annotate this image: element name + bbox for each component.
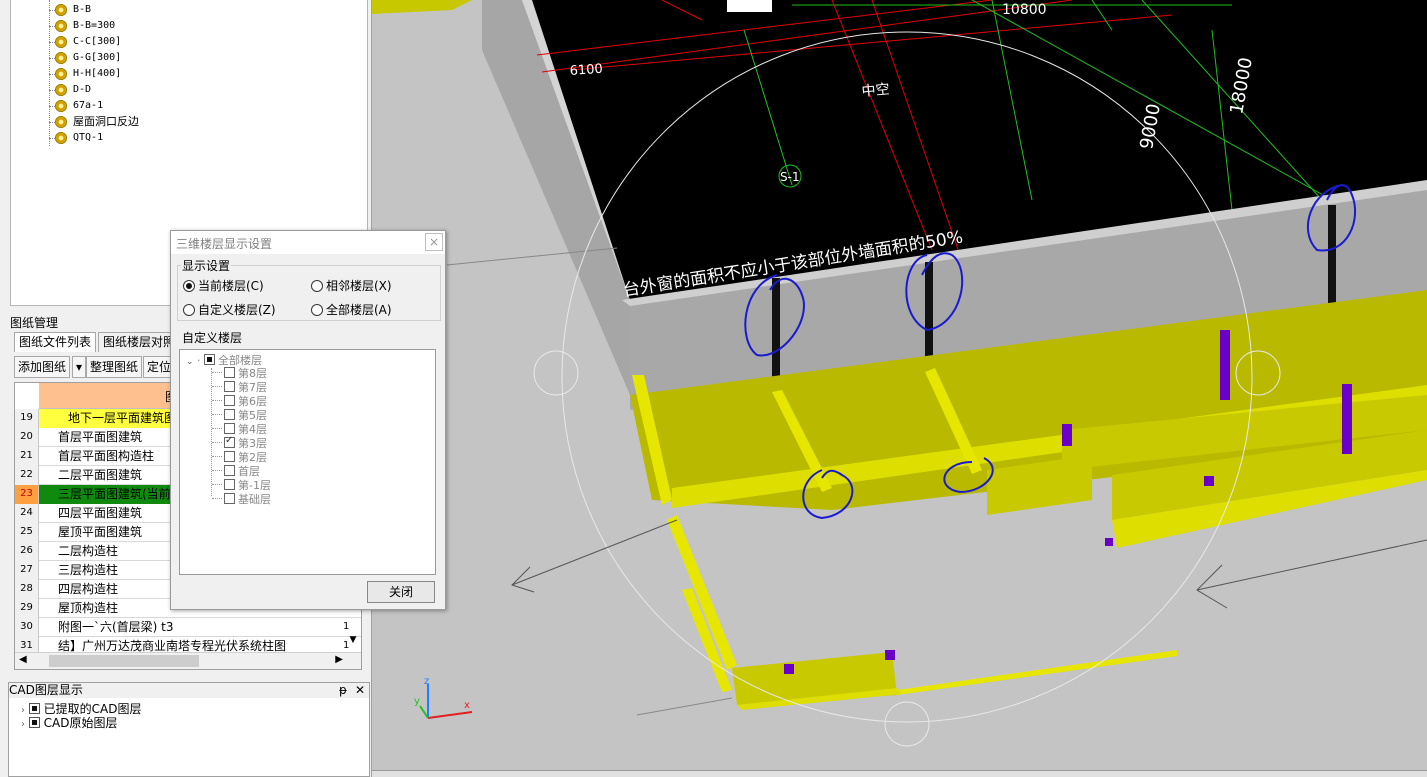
horizontal-scrollbar[interactable]: ◀ ▶ [15,652,361,669]
floor-checkbox-all[interactable] [204,354,216,365]
floor-checkbox[interactable] [224,479,235,490]
custom-floor-label: 自定义楼层 [181,329,244,346]
floor-checkbox[interactable] [224,493,235,504]
purple-column [1062,424,1072,446]
radio-dot[interactable] [183,280,195,292]
component-icon [55,100,67,112]
floor-checkbox[interactable] [224,409,235,420]
purple-column [1342,384,1352,454]
collapse-icon[interactable]: ⌄ [186,357,194,367]
black-post [1328,205,1336,311]
close-icon[interactable]: × [425,233,443,251]
black-post [925,262,933,370]
black-post [772,278,780,390]
radio-custom-floor[interactable]: 自定义楼层(Z) [183,301,276,318]
cad-layer-title: CAD图层显示 ᵽ ✕ [9,683,369,698]
floor-tree[interactable]: ⌄ · 全部楼层 第8层 第7层 第6层 第5层 第4层 第3层 第2层 首层 … [179,349,436,575]
floor-checkbox-checked[interactable] [224,435,235,448]
layer-checkbox[interactable] [28,703,40,714]
pin-icon[interactable]: ᵽ [339,683,347,698]
close-button[interactable]: 关闭 [367,581,435,603]
radio-dot[interactable] [311,304,323,316]
dimension-text: 10800 [1002,2,1047,18]
organize-drawing-button[interactable]: 整理图纸 [86,356,143,378]
void-label: 中空 [861,82,890,100]
scroll-right-icon[interactable]: ▶ [335,654,343,665]
purple-column [784,664,794,674]
tree-guide-line [49,0,50,146]
layer-checkbox[interactable] [28,717,40,728]
axis-label: S-1 [780,170,800,184]
component-icon [55,84,67,96]
dialog-title: 三维楼层显示设置 [171,231,445,254]
tree-guide-line [211,368,212,496]
floor-display-dialog: 三维楼层显示设置 × 显示设置 当前楼层(C) 相邻楼层(X) 自定义楼层(Z)… [170,230,446,610]
tab-drawing-list[interactable]: 图纸文件列表 [14,332,97,352]
purple-column [1204,476,1214,486]
component-icon [55,4,67,16]
floor-checkbox[interactable] [224,395,235,406]
scroll-down-arrow[interactable]: ▼ [345,635,361,653]
component-icon [55,52,67,64]
cad-layer-panel: CAD图层显示 ᵽ ✕ › 已提取的CAD图层 › CAD原始图层 [8,682,370,777]
radio-all-floors[interactable]: 全部楼层(A) [311,301,392,318]
floor-checkbox[interactable] [224,451,235,462]
scroll-left-icon[interactable]: ◀ [19,654,27,665]
floor-checkbox[interactable] [224,381,235,392]
svg-text:x: x [464,700,470,711]
3d-viewport[interactable]: 10800 6100 9000 18000 中空 S-1 台外窗的面积不应小于该… [372,0,1427,770]
svg-text:z: z [424,676,429,687]
component-icon [55,116,67,128]
radio-current-floor[interactable]: 当前楼层(C) [183,277,264,294]
display-settings-label: 显示设置 [181,257,232,274]
svg-text:y: y [414,696,420,707]
tab-floor-mapping[interactable]: 图纸楼层对照 [98,332,181,352]
radio-dot[interactable] [183,304,195,316]
dimension-text: 6100 [569,62,603,79]
cad-layer-item-original[interactable]: › CAD原始图层 [21,714,118,731]
3d-scene[interactable]: 10800 6100 9000 18000 中空 S-1 台外窗的面积不应小于该… [372,0,1427,770]
drawing-manager-title: 图纸管理 [10,316,59,330]
purple-column [885,650,895,660]
close-icon[interactable]: ✕ [355,683,365,698]
add-drawing-button[interactable]: 添加图纸 [14,356,71,378]
radio-adjacent-floor[interactable]: 相邻楼层(X) [311,277,392,294]
radio-dot[interactable] [311,280,323,292]
add-drawing-dropdown[interactable]: ▾ [72,356,86,378]
component-icon [55,20,67,32]
component-icon [55,36,67,48]
floor-checkbox[interactable] [224,367,235,378]
component-icon [55,68,67,80]
component-icon [55,132,67,144]
floor-checkbox[interactable] [224,465,235,476]
purple-column [1105,538,1113,546]
floor-item[interactable]: 基础层 [224,491,271,507]
scroll-thumb[interactable] [49,655,199,667]
table-row[interactable]: 30 附图一`六(首层梁) t3 1 [15,618,361,637]
floor-checkbox[interactable] [224,423,235,434]
cad-white-block [727,0,772,12]
purple-column [1220,330,1230,400]
status-bar [372,770,1427,777]
expand-icon[interactable]: › [21,719,25,730]
